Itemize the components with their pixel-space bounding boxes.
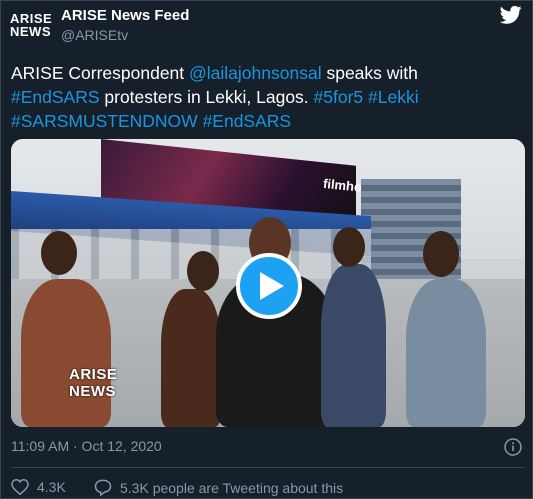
tweet-embed: ARISE NEWS ARISE News Feed @ARISEtv ARIS… xyxy=(0,0,533,499)
speech-bubble-icon xyxy=(94,479,112,496)
hashtag-link[interactable]: #5for5 xyxy=(314,87,364,107)
divider xyxy=(11,467,525,468)
conversation-text: 5.3K people are Tweeting about this xyxy=(120,479,344,496)
avatar-line-2: NEWS xyxy=(10,24,51,39)
play-icon xyxy=(254,272,284,300)
hashtag-link[interactable]: #Lekki xyxy=(368,87,419,107)
tweet-text-part: ARISE Correspondent xyxy=(11,63,190,83)
play-button[interactable] xyxy=(236,253,302,319)
conversation-link[interactable]: 5.3K people are Tweeting about this xyxy=(94,479,343,496)
protester-figure xyxy=(406,279,486,427)
protester-head xyxy=(423,231,459,277)
heart-icon xyxy=(11,479,29,495)
protester-figure xyxy=(161,289,221,427)
account-handle[interactable]: @ARISEtv xyxy=(61,27,128,43)
watermark-line-1: ARISE xyxy=(69,366,118,383)
arise-news-watermark: ARISE NEWS xyxy=(69,367,119,403)
twitter-bird-icon[interactable] xyxy=(500,5,522,25)
tweet-text-part: speaks with xyxy=(321,63,418,83)
avatar[interactable]: ARISE NEWS xyxy=(10,5,52,45)
protester-head xyxy=(333,227,365,267)
protester-head xyxy=(187,251,219,291)
like-count: 4.3K xyxy=(37,479,66,495)
account-name[interactable]: ARISE News Feed xyxy=(61,7,189,24)
protester-head xyxy=(41,231,77,275)
hashtag-link[interactable]: #EndSARS xyxy=(11,87,100,107)
tweet-text-part: protesters in Lekki, Lagos. xyxy=(99,87,314,107)
tweet-text: ARISE Correspondent @lailajohnsonsal spe… xyxy=(11,61,526,133)
tweet-timestamp[interactable]: 11:09 AM · Oct 12, 2020 xyxy=(11,438,162,454)
mention-link[interactable]: @lailajohnsonsal xyxy=(189,63,322,83)
protester-figure xyxy=(21,279,111,427)
hashtag-link[interactable]: #EndSARS xyxy=(203,111,292,131)
watermark-line-2: NEWS xyxy=(69,383,116,400)
protester-figure xyxy=(321,264,386,427)
info-icon[interactable] xyxy=(504,438,522,456)
hashtag-link[interactable]: #SARSMUSTENDNOW xyxy=(11,111,198,131)
video-player[interactable]: filmhouse ARISE NEWS xyxy=(11,139,525,427)
like-button[interactable]: 4.3K xyxy=(11,479,66,495)
